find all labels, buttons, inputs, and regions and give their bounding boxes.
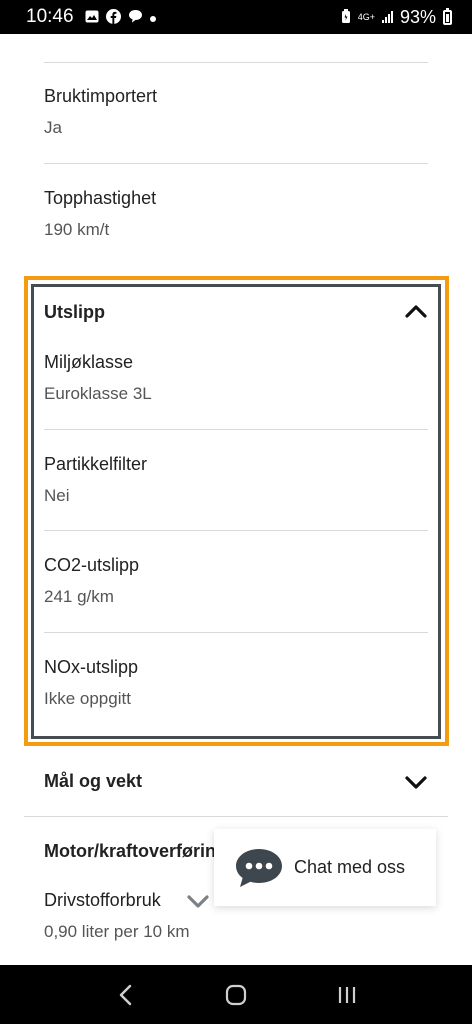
battery-icon [443,7,452,25]
system-nav-bar [0,965,472,1024]
recents-button[interactable] [322,970,372,1020]
vehicle-specs: Bruktimportert Ja Topphastighet 190 km/t… [0,34,472,965]
spec-label: Bruktimportert [44,86,158,106]
signal-icon [381,11,393,23]
network-type: 4G+ [357,11,375,22]
spec-label: CO2-utslipp [44,555,140,575]
divider [44,530,428,531]
status-time: 10:46 [26,6,74,27]
chat-bubble-icon [236,848,282,887]
spec-value: Euroklasse 3L [44,384,152,403]
spec-label: NOx-utslipp [44,657,139,677]
status-bar: 10:46 4G+ 93% [0,0,472,34]
divider [24,816,448,817]
notification-dot-icon [149,11,156,24]
chat-label: Chat med oss [294,857,406,877]
spec-value: Ikke oppgitt [44,689,131,708]
spec-label: Partikkelfilter [44,454,148,474]
facebook-icon [105,8,121,26]
gallery-icon [85,10,99,25]
spec-value: 190 km/t [44,220,110,239]
back-icon [120,984,132,1005]
divider [44,163,428,164]
chat-notification-icon [128,9,143,25]
chevron-down-icon[interactable] [186,889,210,913]
spec-label: Drivstofforbruk [44,890,161,910]
divider [44,632,428,633]
chat-button[interactable]: Chat med oss [214,829,436,906]
divider [44,429,428,430]
recents-icon [338,986,355,1003]
emissions-section-title[interactable]: Utslipp [44,302,105,323]
battery-saver-icon [341,8,351,26]
spec-value: Nei [44,486,70,505]
chevron-down-icon[interactable] [404,770,428,794]
spec-value: 241 g/km [44,587,114,606]
home-button[interactable] [211,970,261,1020]
back-button[interactable] [100,970,150,1020]
spec-label: Topphastighet [44,188,157,208]
spec-value: Ja [44,118,62,137]
battery-percent: 93% [399,6,436,27]
status-left: 10:46 [26,6,156,28]
spec-value: 0,90 liter per 10 km [44,922,190,941]
divider [44,62,428,63]
chevron-up-icon[interactable] [404,300,428,324]
status-right: 4G+ 93% [341,7,452,28]
spec-label: Miljøklasse [44,352,134,372]
dimensions-section-title[interactable]: Mål og vekt [44,771,142,792]
motor-section-title[interactable]: Motor/kraftoverføring [44,841,227,862]
home-icon [225,984,247,1005]
